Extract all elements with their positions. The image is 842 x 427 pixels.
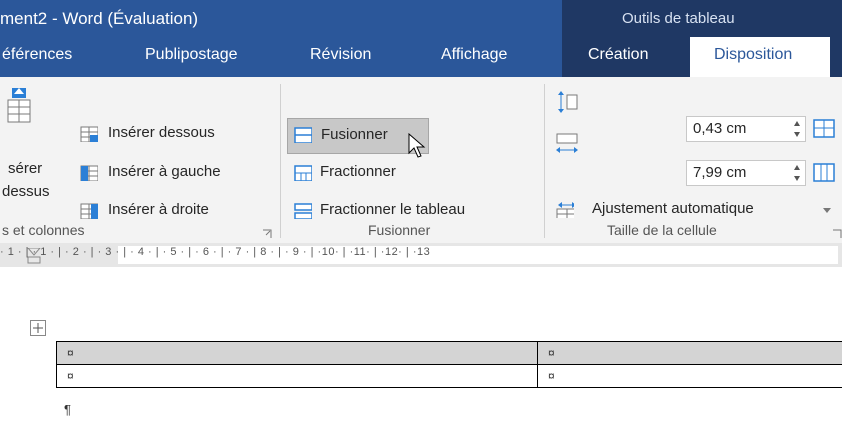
dialog-launcher-icon[interactable] bbox=[832, 226, 842, 238]
distribute-rows-icon[interactable] bbox=[812, 117, 838, 141]
tab-layout-label: Disposition bbox=[714, 46, 793, 63]
split-cells-icon bbox=[294, 165, 312, 181]
tab-review[interactable]: Révision bbox=[310, 46, 371, 64]
tab-mailings[interactable]: Publipostage bbox=[145, 46, 238, 64]
table-cell[interactable]: ¤ bbox=[537, 341, 842, 365]
tab-design[interactable]: Création bbox=[588, 46, 648, 64]
column-width-input[interactable]: 7,99 cm bbox=[686, 160, 806, 186]
split-table-icon bbox=[294, 203, 312, 219]
merge-cells-label: Fusionner bbox=[321, 126, 388, 143]
column-width-value: 7,99 cm bbox=[693, 164, 747, 181]
insert-above-label-1[interactable]: sérer bbox=[8, 160, 42, 177]
table-cell[interactable]: ¤ bbox=[56, 341, 538, 365]
table-cell[interactable]: ¤ bbox=[56, 364, 538, 388]
paragraph-mark: ¶ bbox=[64, 402, 71, 417]
mouse-cursor-icon bbox=[408, 132, 430, 161]
merge-group-label: Fusionner bbox=[368, 222, 431, 238]
row-height-icon bbox=[555, 90, 581, 116]
spinner-icon[interactable] bbox=[793, 119, 801, 139]
table-cell[interactable]: ¤ bbox=[537, 364, 842, 388]
document-table[interactable]: ¤ ¤ ¤ ¤ bbox=[56, 341, 842, 388]
contextual-group-label: Outils de tableau bbox=[622, 10, 735, 27]
rows-columns-group-label: s et colonnes bbox=[2, 222, 85, 238]
table-move-handle-icon[interactable] bbox=[30, 320, 46, 336]
tab-references[interactable]: éférences bbox=[2, 46, 72, 64]
column-width-icon bbox=[555, 132, 581, 158]
tab-layout[interactable]: Disposition bbox=[690, 37, 830, 77]
insert-above-label-2[interactable]: dessus bbox=[2, 183, 50, 200]
insert-left-label: Insérer à gauche bbox=[108, 163, 221, 180]
table-row: ¤ ¤ bbox=[56, 341, 842, 365]
insert-below-icon bbox=[80, 126, 98, 142]
split-table-label: Fractionner le tableau bbox=[320, 201, 466, 218]
row-height-value: 0,43 cm bbox=[693, 120, 747, 137]
insert-right-label: Insérer à droite bbox=[108, 201, 209, 218]
dialog-launcher-icon[interactable] bbox=[262, 226, 272, 238]
window-title: ment2 - Word (Évaluation) bbox=[0, 9, 199, 28]
merge-cells-icon bbox=[294, 127, 312, 143]
chevron-down-icon bbox=[823, 208, 831, 213]
group-separator bbox=[280, 84, 281, 238]
ruler-scale: · 1 · | · 1 · | · 2 · | · 3 · | · 4 · | … bbox=[0, 246, 431, 258]
autofit-icon bbox=[556, 202, 574, 218]
table-row: ¤ ¤ bbox=[56, 364, 842, 388]
cell-size-group-label: Taille de la cellule bbox=[607, 222, 717, 238]
insert-right-icon bbox=[80, 203, 98, 219]
spinner-icon[interactable] bbox=[793, 163, 801, 183]
insert-left-icon bbox=[80, 165, 98, 181]
split-cells-label: Fractionner bbox=[320, 163, 396, 180]
row-height-input[interactable]: 0,43 cm bbox=[686, 116, 806, 142]
insert-above-icon[interactable] bbox=[2, 86, 38, 126]
distribute-columns-icon[interactable] bbox=[812, 161, 838, 185]
insert-below-label: Insérer dessous bbox=[108, 124, 215, 141]
tab-view[interactable]: Affichage bbox=[441, 46, 507, 64]
group-separator bbox=[544, 84, 545, 238]
autofit-label: Ajustement automatique bbox=[592, 200, 754, 217]
